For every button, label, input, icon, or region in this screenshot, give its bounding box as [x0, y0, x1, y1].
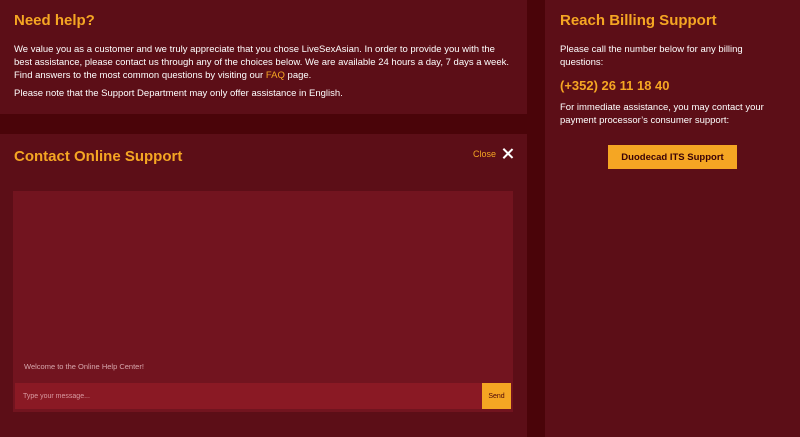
message-input[interactable] [15, 383, 482, 409]
welcome-message: Welcome to the Online Help Center! [24, 362, 144, 371]
close-button[interactable]: Close [473, 148, 513, 159]
billing-phone-number: (+352) 26 11 18 40 [560, 78, 670, 93]
chat-input-row: Send [15, 383, 511, 409]
contact-title: Contact Online Support [14, 148, 183, 165]
intro-text-end: page. [284, 70, 312, 81]
processor-text: For immediate assistance, you may contac… [560, 102, 764, 126]
chat-window: Welcome to the Online Help Center! Send [13, 191, 513, 412]
need-help-panel: Need help? We value you as a customer an… [0, 0, 527, 114]
billing-title: Reach Billing Support [560, 12, 717, 29]
need-help-title: Need help? [14, 12, 95, 29]
duodecad-its-support-button[interactable]: Duodecad ITS Support [608, 145, 737, 169]
contact-header: Contact Online Support Close [14, 146, 513, 166]
billing-intro: Please call the number below for any bil… [560, 44, 743, 68]
send-button[interactable]: Send [482, 383, 511, 409]
faq-link[interactable]: FAQ [266, 70, 285, 81]
intro-text: We value you as a customer and we truly … [14, 44, 510, 81]
english-note: Please note that the Support Department … [14, 88, 343, 99]
close-label: Close [472, 148, 496, 159]
contact-online-support-panel: Contact Online Support Close Welcome to … [0, 134, 527, 437]
close-icon [502, 148, 513, 159]
need-help-intro: We value you as a customer and we truly … [14, 43, 513, 82]
billing-support-panel: Reach Billing Support Please call the nu… [545, 0, 800, 437]
